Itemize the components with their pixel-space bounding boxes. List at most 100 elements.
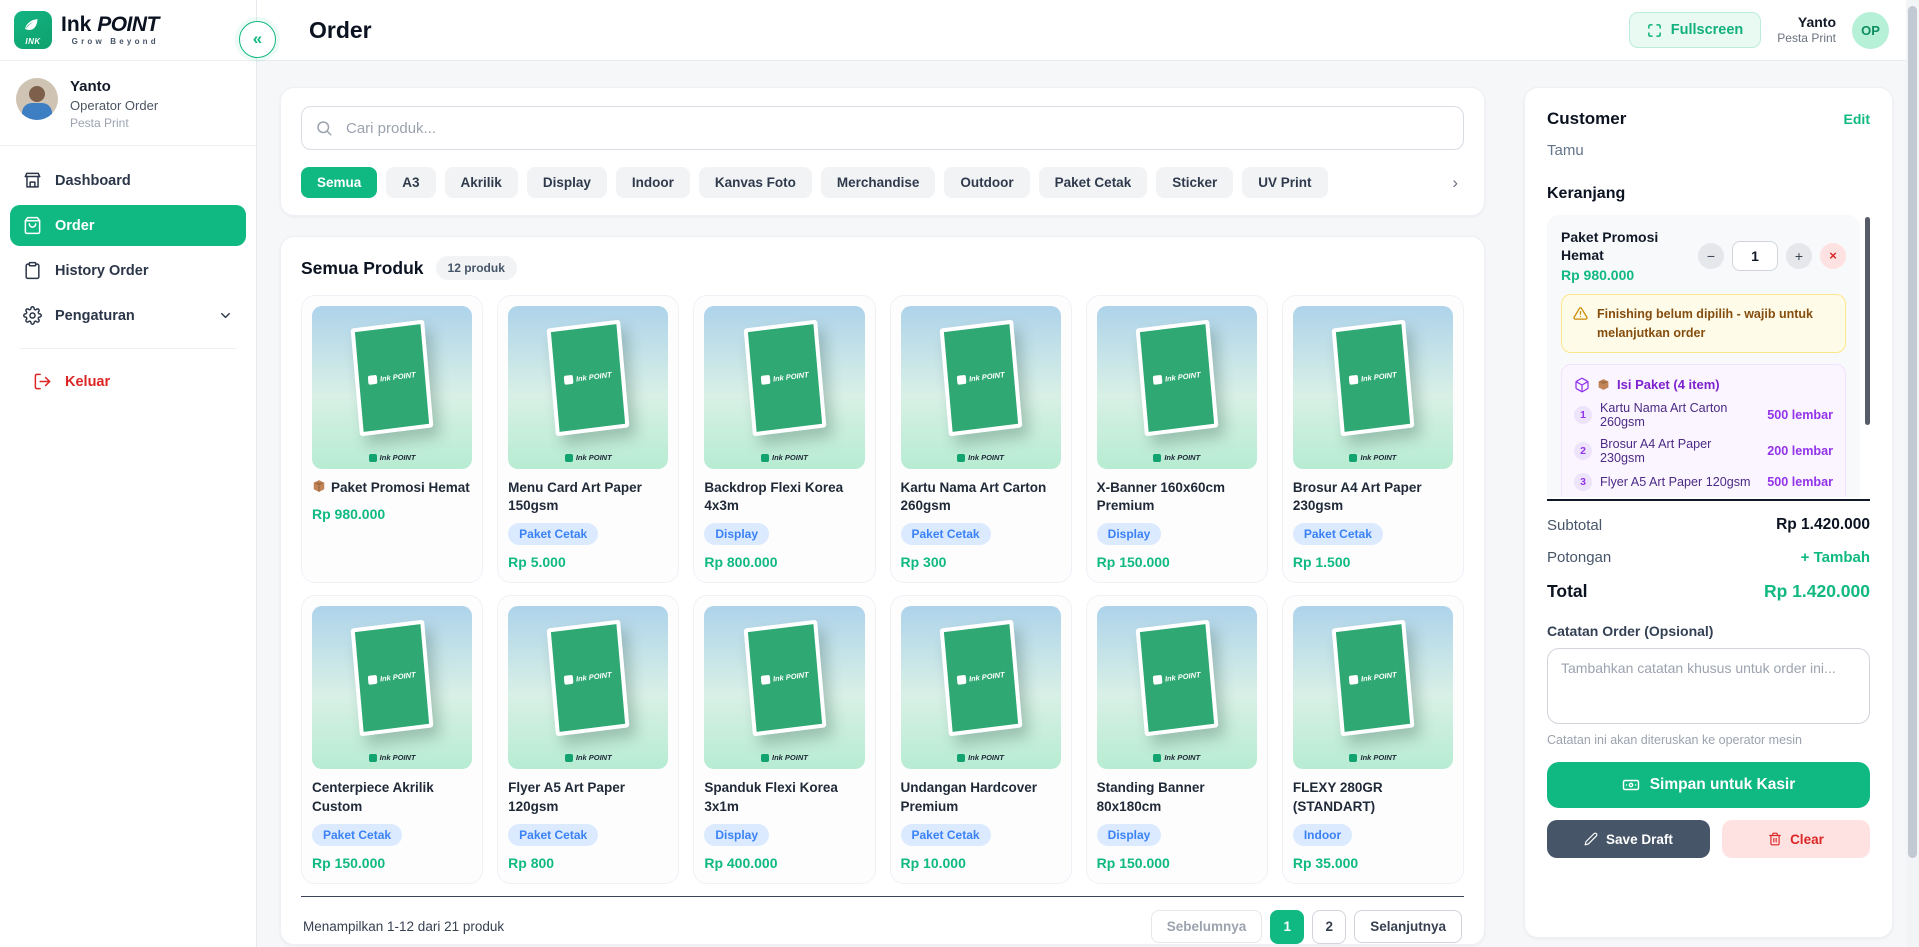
product-image: Ink POINTInk POINT xyxy=(312,606,472,769)
qty-decrease-button[interactable]: − xyxy=(1698,243,1724,269)
product-name: Paket Promosi Hemat xyxy=(331,479,470,497)
search-card: Semua A3 Akrilik Display Indoor Kanvas F… xyxy=(280,87,1485,216)
search-icon xyxy=(315,119,333,137)
workspace: Semua A3 Akrilik Display Indoor Kanvas F… xyxy=(257,61,1919,947)
product-name: X-Banner 160x60cm Premium xyxy=(1097,479,1257,515)
product-name: Standing Banner 80x180cm xyxy=(1097,779,1257,815)
product-card[interactable]: Ink POINTInk POINT Flyer A5 Art Paper 12… xyxy=(497,595,679,883)
pagination-summary: Menampilkan 1-12 dari 21 produk xyxy=(303,919,504,934)
products-footer: Menampilkan 1-12 dari 21 produk Sebelumn… xyxy=(301,896,1464,945)
product-name: Kartu Nama Art Carton 260gsm xyxy=(901,479,1061,515)
category-chip-merchandise[interactable]: Merchandise xyxy=(821,167,936,198)
package-item: 1 Kartu Nama Art Carton 260gsm 500 lemba… xyxy=(1574,401,1833,429)
category-chip-sticker[interactable]: Sticker xyxy=(1156,167,1233,198)
logout-icon xyxy=(33,372,52,391)
package-item: 2 Brosur A4 Art Paper 230gsm 200 lembar xyxy=(1574,437,1833,465)
add-discount-button[interactable]: + Tambah xyxy=(1801,549,1870,566)
clear-cart-button[interactable]: Clear xyxy=(1722,820,1870,858)
order-notes-textarea[interactable] xyxy=(1547,648,1870,724)
product-name: FLEXY 280GR (STANDART) xyxy=(1293,779,1453,815)
product-card[interactable]: Ink POINTInk POINT Kartu Nama Art Carton… xyxy=(890,295,1072,583)
product-image: Ink POINTInk POINT xyxy=(704,306,864,469)
cart-panel: Customer Edit Tamu Keranjang Paket Promo… xyxy=(1524,87,1893,938)
sidebar-item-history-order[interactable]: History Order xyxy=(10,250,246,291)
order-notes-label: Catatan Order (Opsional) xyxy=(1547,623,1870,639)
search-input[interactable] xyxy=(301,106,1464,150)
sidebar-item-order[interactable]: Order xyxy=(10,205,246,246)
page-scrollbar-track[interactable] xyxy=(1906,0,1919,947)
products-count-badge: 12 produk xyxy=(436,256,517,280)
user-profile: Yanto Operator Order Pesta Print xyxy=(0,61,256,146)
qty-increase-button[interactable]: + xyxy=(1786,243,1812,269)
product-price: Rp 300 xyxy=(901,554,1061,570)
page-title: Order xyxy=(309,17,372,44)
category-chip-paket-cetak[interactable]: Paket Cetak xyxy=(1039,167,1148,198)
category-chip-akrilik[interactable]: Akrilik xyxy=(445,167,518,198)
nav-divider xyxy=(20,348,236,349)
product-category-badge: Indoor xyxy=(1293,824,1352,846)
product-card[interactable]: Ink POINTInk POINT Spanduk Flexi Korea 3… xyxy=(693,595,875,883)
collapse-icon: « xyxy=(253,29,262,49)
qty-input[interactable] xyxy=(1732,241,1778,271)
chevron-down-icon xyxy=(218,308,233,323)
package-contents: Isi Paket (4 item) 1 Kartu Nama Art Cart… xyxy=(1561,364,1846,497)
logout-button[interactable]: Keluar xyxy=(10,361,246,402)
category-chip-uv-print[interactable]: UV Print xyxy=(1242,167,1327,198)
brand-logo-icon: INK xyxy=(14,11,52,49)
pagination-next-button[interactable]: Selanjutnya xyxy=(1354,910,1462,943)
sidebar-collapse-button[interactable]: « xyxy=(239,21,276,58)
pagination: Sebelumnya 1 2 Selanjutnya xyxy=(1151,910,1462,944)
product-name: Brosur A4 Art Paper 230gsm xyxy=(1293,479,1453,515)
product-card[interactable]: Ink POINTInk POINT Menu Card Art Paper 1… xyxy=(497,295,679,583)
order-page: INK Ink POINT Grow Beyond Yanto Operator… xyxy=(0,0,1919,947)
header-avatar[interactable]: OP xyxy=(1852,12,1889,49)
page-scrollbar-thumb[interactable] xyxy=(1908,6,1917,858)
cube-icon xyxy=(1574,377,1590,393)
product-card[interactable]: Ink POINTInk POINT X-Banner 160x60cm Pre… xyxy=(1086,295,1268,583)
product-card[interactable]: Ink POINTInk POINT Backdrop Flexi Korea … xyxy=(693,295,875,583)
product-card[interactable]: Ink POINTInk POINT Standing Banner 80x18… xyxy=(1086,595,1268,883)
save-for-cashier-button[interactable]: Simpan untuk Kasir xyxy=(1547,762,1870,808)
remove-item-button[interactable]: × xyxy=(1820,243,1846,269)
product-name: Spanduk Flexi Korea 3x1m xyxy=(704,779,864,815)
cart-scroll-area[interactable]: Paket Promosi Hemat Rp 980.000 − + × xyxy=(1547,215,1870,497)
cart-scrollbar[interactable] xyxy=(1865,217,1870,425)
product-image: Ink POINTInk POINT xyxy=(1097,606,1257,769)
product-card[interactable]: Ink POINTInk POINT Centerpiece Akrilik C… xyxy=(301,595,483,883)
pagination-page-2[interactable]: 2 xyxy=(1312,910,1346,944)
total-value: Rp 1.420.000 xyxy=(1764,581,1870,602)
category-chip-outdoor[interactable]: Outdoor xyxy=(944,167,1029,198)
product-category-badge: Paket Cetak xyxy=(508,523,598,545)
pagination-page-1[interactable]: 1 xyxy=(1270,910,1304,944)
category-chip-kanvas-foto[interactable]: Kanvas Foto xyxy=(699,167,812,198)
customer-edit-link[interactable]: Edit xyxy=(1844,111,1870,127)
header-user-name: Yanto xyxy=(1777,14,1836,30)
clipboard-icon xyxy=(23,261,42,280)
product-image: Ink POINTInk POINT xyxy=(1293,306,1453,469)
pagination-prev-button[interactable]: Sebelumnya xyxy=(1151,910,1263,943)
product-card[interactable]: Ink POINTInk POINT Undangan Hardcover Pr… xyxy=(890,595,1072,883)
subtotal-value: Rp 1.420.000 xyxy=(1776,516,1870,534)
fullscreen-icon xyxy=(1647,23,1662,38)
product-name: Backdrop Flexi Korea 4x3m xyxy=(704,479,864,515)
category-chip-display[interactable]: Display xyxy=(527,167,607,198)
category-chip-semua[interactable]: Semua xyxy=(301,167,377,198)
product-price: Rp 150.000 xyxy=(1097,855,1257,871)
product-card[interactable]: Ink POINTInk POINT FLEXY 280GR (STANDART… xyxy=(1282,595,1464,883)
chevron-right-icon[interactable]: › xyxy=(1446,173,1464,193)
product-name: Centerpiece Akrilik Custom xyxy=(312,779,472,815)
sidebar-item-dashboard[interactable]: Dashboard xyxy=(10,160,246,201)
products-section-title: Semua Produk xyxy=(301,258,424,279)
product-card[interactable]: Ink POINTInk POINT Brosur A4 Art Paper 2… xyxy=(1282,295,1464,583)
category-chip-a3[interactable]: A3 xyxy=(386,167,435,198)
shopping-bag-icon xyxy=(23,216,42,235)
package-item-name: Brosur A4 Art Paper 230gsm xyxy=(1600,437,1759,465)
save-draft-button[interactable]: Save Draft xyxy=(1547,820,1710,858)
sidebar-item-pengaturan[interactable]: Pengaturan xyxy=(10,295,246,336)
save-draft-label: Save Draft xyxy=(1606,832,1673,847)
warning-icon xyxy=(1573,306,1588,321)
fullscreen-button[interactable]: Fullscreen xyxy=(1629,12,1762,48)
category-chip-indoor[interactable]: Indoor xyxy=(616,167,690,198)
user-avatar xyxy=(16,78,58,120)
product-card[interactable]: Ink POINTInk POINT Paket Promosi Hemat R… xyxy=(301,295,483,583)
